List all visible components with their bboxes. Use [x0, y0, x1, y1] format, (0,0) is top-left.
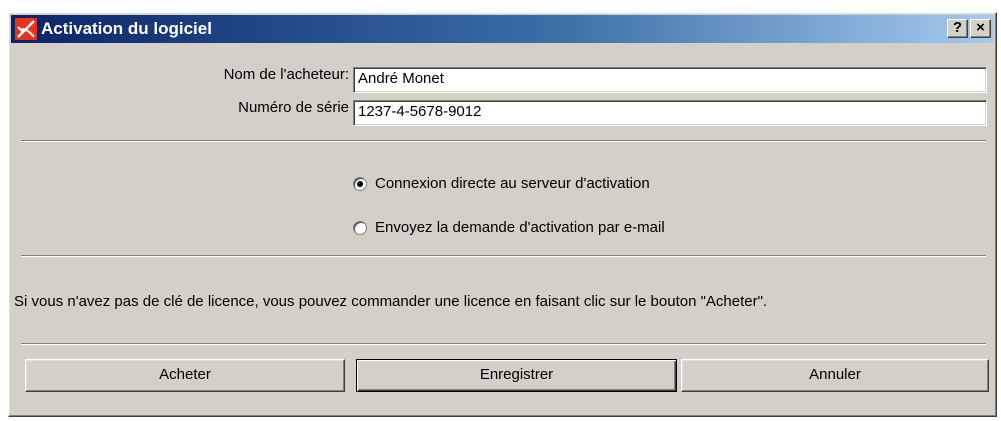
buy-button[interactable]: Acheter: [25, 359, 345, 392]
separator-middle: [21, 255, 986, 257]
license-info-text: Si vous n'avez pas de clé de licence, vo…: [14, 293, 768, 310]
title-bar[interactable]: Activation du logiciel ? ×: [11, 15, 994, 43]
serial-number-label: Numéro de série: [238, 99, 349, 116]
option-email-request-label: Envoyez la demande d'activation par e-ma…: [375, 219, 665, 236]
help-button[interactable]: ?: [947, 19, 968, 38]
separator-top: [21, 140, 986, 142]
activation-dialog: Activation du logiciel ? × Nom de l'ache…: [8, 12, 997, 417]
separator-bottom: [21, 343, 986, 345]
window-title: Activation du logiciel: [41, 19, 212, 38]
serial-number-field[interactable]: 1237-4-5678-9012: [353, 100, 987, 126]
register-button[interactable]: Enregistrer: [356, 359, 677, 392]
buyer-name-field[interactable]: André Monet: [353, 67, 987, 93]
radio-direct-connection[interactable]: [353, 177, 367, 191]
app-logo-icon: [15, 18, 37, 40]
close-button[interactable]: ×: [970, 19, 991, 38]
cancel-button[interactable]: Annuler: [681, 359, 989, 392]
radio-email-request[interactable]: [353, 221, 367, 235]
buyer-name-label: Nom de l'acheteur:: [223, 66, 349, 83]
option-direct-connection-label: Connexion directe au serveur d'activatio…: [375, 175, 650, 192]
